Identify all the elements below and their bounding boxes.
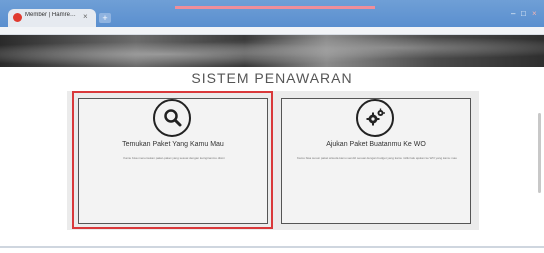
bottom-divider [0,246,544,248]
selection-highlight [72,91,273,229]
favicon-icon [13,13,22,22]
gears-icon [356,99,394,137]
card-description: Kamu bisa susun paket wisuda kamu sendir… [297,156,457,160]
maximize-button[interactable]: □ [521,9,526,19]
browser-tab[interactable]: Member | Hamreo Sistem... × [8,9,96,27]
browser-toolbar [0,27,544,35]
card-title: Ajukan Paket Buatanmu Ke WO [326,141,426,148]
page-title: SISTEM PENAWARAN [191,70,353,86]
plus-icon: + [102,13,108,23]
close-window-button[interactable]: × [532,9,537,19]
loading-strip [175,6,375,9]
tab-close-icon[interactable]: × [83,11,88,23]
tab-title: Member | Hamreo Sistem... [25,12,77,18]
page-scrollbar[interactable] [538,113,541,193]
new-tab-button[interactable]: + [99,13,111,23]
hero-banner-image [0,35,544,67]
submit-package-card[interactable]: Ajukan Paket Buatanmu Ke WO Kamu bisa su… [281,98,471,224]
minimize-button[interactable]: – [511,9,515,19]
